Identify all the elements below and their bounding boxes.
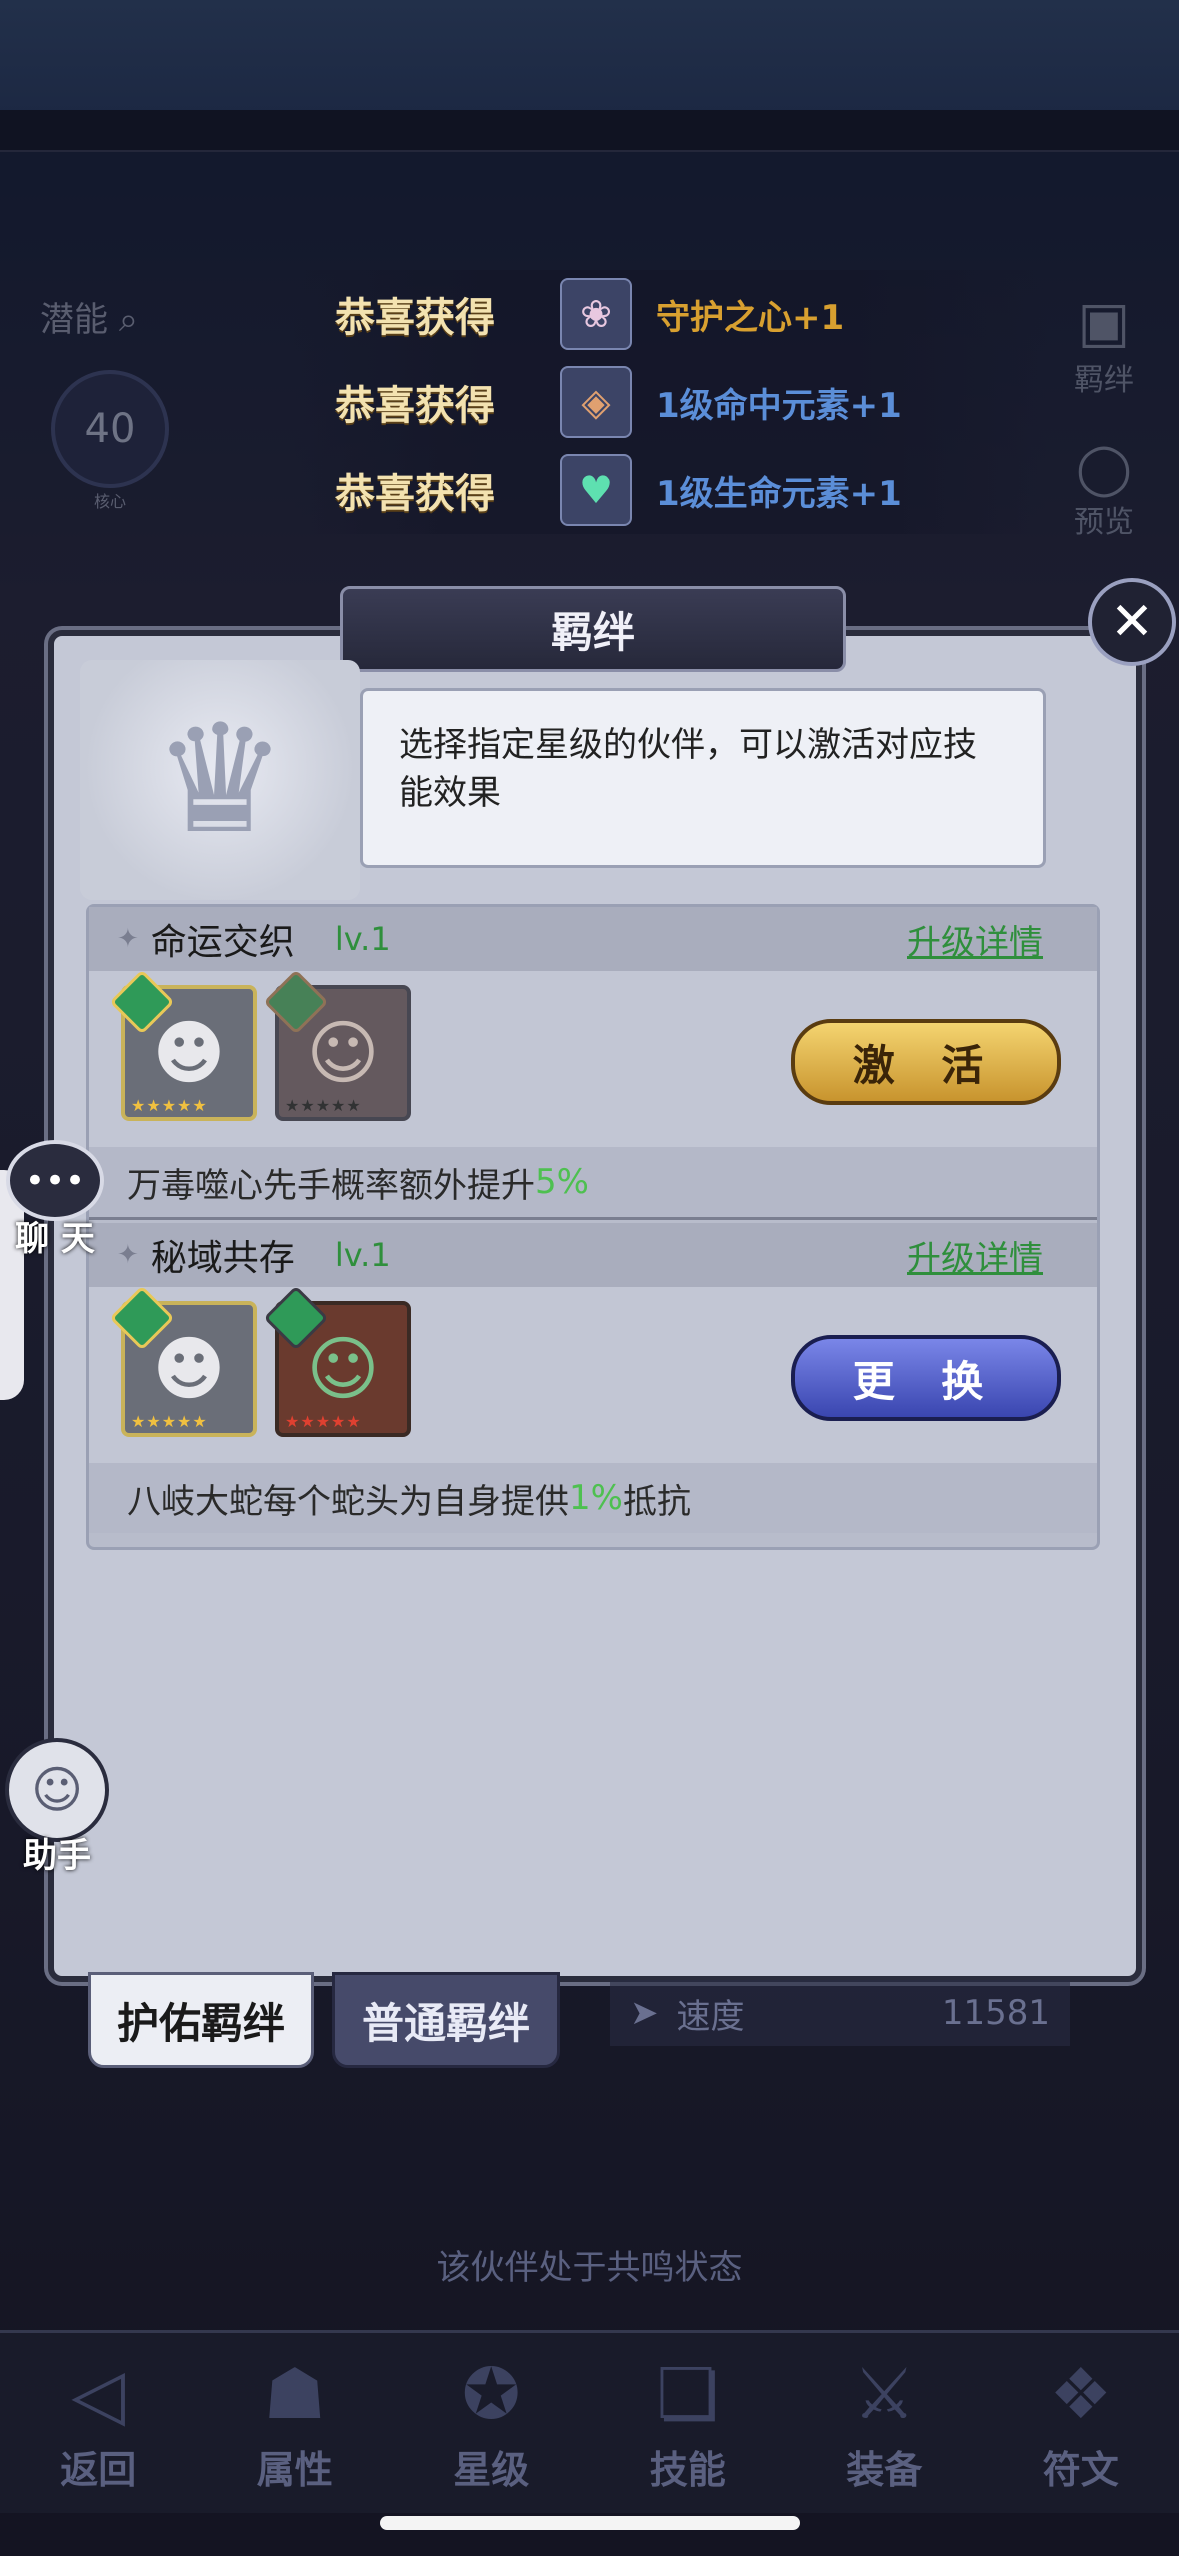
close-button[interactable]: ✕ <box>1088 578 1176 666</box>
reward-toasts: 恭喜获得 ❀ 守护之心+1 恭喜获得 ◈ 1级命中元素+1 恭喜获得 ♥ 1级生… <box>290 270 1050 534</box>
bond-entry: ✦ 秘域共存 lv.1 升级详情 ☻ ★★★★★ ☺ ★★★★★ 更 换 八岐大… <box>89 1223 1097 1539</box>
star-rating: ★★★★★ <box>285 1096 362 1115</box>
nav-equipment[interactable]: ⚔ 装备 <box>786 2333 983 2513</box>
toast-title: 恭喜获得 <box>335 382 495 429</box>
modal-title: 羁绊 <box>340 586 846 672</box>
bond-name: 命运交织 <box>150 922 295 963</box>
guide-character-illustration: ♛ <box>80 660 360 900</box>
partner-portrait-empty[interactable]: ☺ ★★★★★ <box>263 969 411 1121</box>
rose-heart-icon: ❀ <box>560 278 632 350</box>
bottom-nav: ◁ 返回 ☗ 属性 ✪ 星级 ❏ 技能 ⚔ 装备 ❖ 符文 <box>0 2330 1179 2513</box>
scroll-icon: ❏ <box>656 2352 720 2435</box>
chat-label: 聊 天 <box>15 1219 95 1259</box>
chat-button[interactable]: ••• 聊 天 <box>0 1140 110 1260</box>
resonance-status: 该伙伴处于共鸣状态 <box>436 2248 743 2288</box>
rune-icon: ❖ <box>1049 2352 1113 2435</box>
speed-label: 速度 <box>676 1996 745 2037</box>
portrait-face-icon: ☻ <box>152 1328 226 1410</box>
portrait-face-icon: ☻ <box>152 1012 226 1094</box>
sparkle-icon: ✦ <box>117 1240 139 1270</box>
tab-normal-bond[interactable]: 普通羁绊 <box>332 1972 560 2068</box>
bond-level: lv.1 <box>334 920 391 958</box>
upgrade-details-link[interactable]: 升级详情 <box>907 1231 1043 1280</box>
toast-reward: 1级生命元素+1 <box>656 473 902 514</box>
toast-reward: 1级命中元素+1 <box>656 385 902 426</box>
partner-portrait-medusa[interactable]: ☺ ★★★★★ <box>263 1285 411 1437</box>
back-icon: ◁ <box>71 2352 126 2435</box>
partner-portrait-orochi[interactable]: ☻ ★★★★★ <box>109 969 257 1121</box>
nav-star-level[interactable]: ✪ 星级 <box>393 2333 590 2513</box>
nav-skills[interactable]: ❏ 技能 <box>590 2333 787 2513</box>
toast-title: 恭喜获得 <box>335 470 495 517</box>
bond-list: ✦ 命运交织 lv.1 升级详情 ☻ ★★★★★ ☺ ★★★★★ 激 活 万毒噬… <box>86 904 1100 1550</box>
toast-title: 恭喜获得 <box>335 294 495 341</box>
chat-bubble-icon: ••• <box>6 1140 104 1221</box>
bond-partners: ☻ ★★★★★ ☺ ★★★★★ 更 换 <box>89 1285 1097 1463</box>
assistant-avatar-icon: ☺ <box>5 1738 109 1842</box>
bond-header: ✦ 命运交织 lv.1 升级详情 <box>89 907 1097 971</box>
bond-description: 万毒噬心先手概率额外提升 5% <box>89 1147 1097 1220</box>
sparkle-icon: ✦ <box>117 924 139 954</box>
top-frame <box>0 110 1179 152</box>
replace-button[interactable]: 更 换 <box>791 1335 1061 1421</box>
hood-icon: ☗ <box>263 2352 327 2435</box>
partner-portrait-orochi[interactable]: ☻ ★★★★★ <box>109 1285 257 1437</box>
nav-runes[interactable]: ❖ 符文 <box>983 2333 1179 2513</box>
upgrade-details-link[interactable]: 升级详情 <box>907 915 1043 964</box>
assistant-button[interactable]: ☺ 助手 <box>2 1738 112 1877</box>
bond-name: 秘域共存 <box>150 1238 295 1279</box>
bond-entry: ✦ 命运交织 lv.1 升级详情 ☻ ★★★★★ ☺ ★★★★★ 激 活 万毒噬… <box>89 907 1097 1223</box>
reward-toast: 恭喜获得 ❀ 守护之心+1 <box>290 270 1050 358</box>
star-rating: ★★★★★ <box>285 1412 362 1431</box>
heart-element-icon: ♥ <box>560 454 632 526</box>
activate-button[interactable]: 激 活 <box>791 1019 1061 1105</box>
target-element-icon: ◈ <box>560 366 632 438</box>
bond-partners: ☻ ★★★★★ ☺ ★★★★★ 激 活 <box>89 969 1097 1147</box>
bond-level: lv.1 <box>334 1236 391 1274</box>
swords-icon: ⚔ <box>852 2352 916 2435</box>
bond-description: 八岐大蛇每个蛇头为自身提供 1% 抵抗 <box>89 1463 1097 1533</box>
close-icon: ✕ <box>1110 592 1154 652</box>
assistant-label: 助手 <box>23 1836 91 1876</box>
portrait-face-icon: ☺ <box>306 1328 380 1410</box>
speed-value: 11581 <box>941 1993 1050 2033</box>
speed-stat: ➤ 速度 11581 <box>610 1980 1070 2046</box>
toast-reward: 守护之心+1 <box>656 297 845 338</box>
nav-attributes[interactable]: ☗ 属性 <box>197 2333 394 2513</box>
speed-icon: ➤ <box>630 1993 659 2033</box>
tab-protective-bond[interactable]: 护佑羁绊 <box>88 1972 314 2068</box>
star-rating: ★★★★★ <box>131 1096 208 1115</box>
bond-header: ✦ 秘域共存 lv.1 升级详情 <box>89 1223 1097 1287</box>
portrait-face-icon: ☺ <box>306 1012 380 1094</box>
star-icon: ✪ <box>461 2352 521 2435</box>
hint-text: 选择指定星级的伙伴，可以激活对应技能效果 <box>360 688 1046 868</box>
reward-toast: 恭喜获得 ♥ 1级生命元素+1 <box>290 446 1050 534</box>
nav-back[interactable]: ◁ 返回 <box>0 2333 197 2513</box>
reward-toast: 恭喜获得 ◈ 1级命中元素+1 <box>290 358 1050 446</box>
home-indicator[interactable] <box>380 2516 800 2530</box>
star-rating: ★★★★★ <box>131 1412 208 1431</box>
